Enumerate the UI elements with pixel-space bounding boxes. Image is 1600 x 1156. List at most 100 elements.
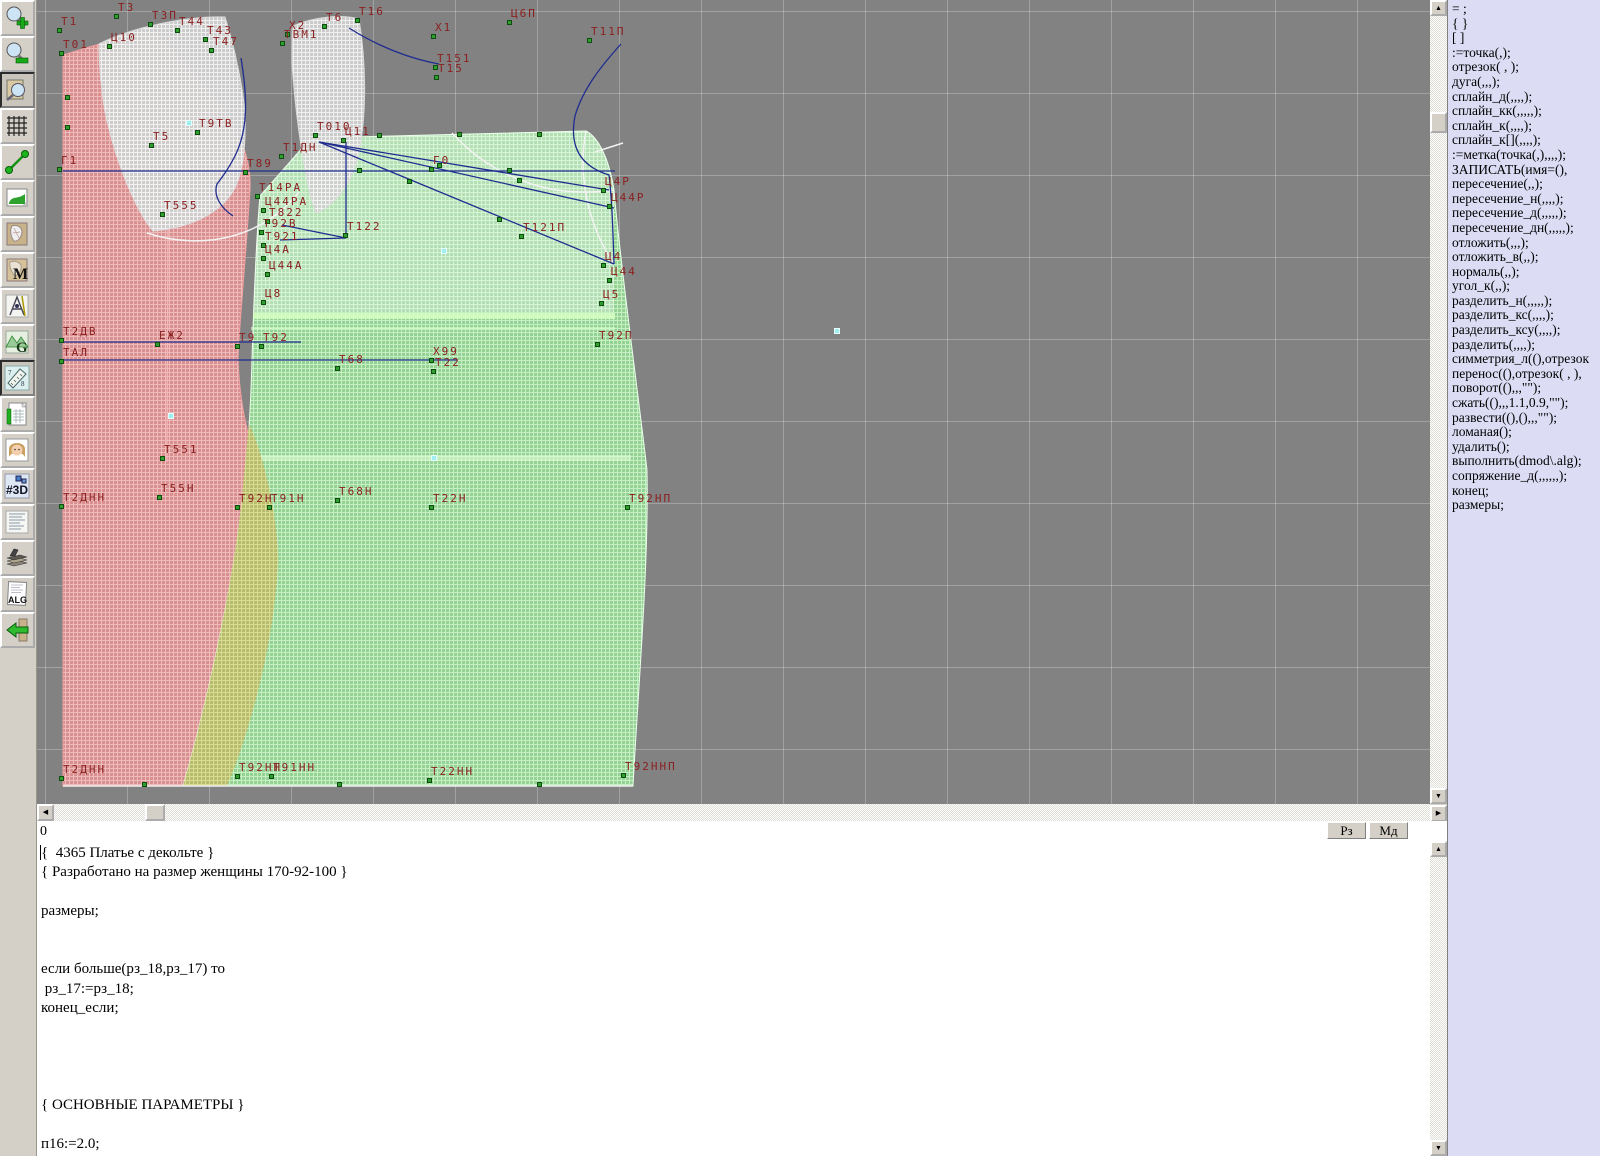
code-line[interactable]	[41, 1115, 1430, 1134]
point-marker[interactable]	[431, 34, 436, 39]
cyan-marker[interactable]	[834, 328, 840, 334]
function-item[interactable]: конец;	[1452, 484, 1600, 499]
point-marker[interactable]	[337, 782, 342, 787]
code-line[interactable]: конец_если;	[41, 999, 1430, 1018]
point-marker[interactable]	[57, 28, 62, 33]
point-marker[interactable]	[519, 234, 524, 239]
point-marker[interactable]	[507, 20, 512, 25]
point-marker[interactable]	[259, 344, 264, 349]
point-marker[interactable]	[595, 342, 600, 347]
point-marker[interactable]	[235, 505, 240, 510]
point-marker[interactable]	[429, 358, 434, 363]
alg-document-button[interactable]: ALG	[0, 576, 35, 612]
point-marker[interactable]	[607, 204, 612, 209]
scroll-right-button[interactable]: ▶	[1430, 805, 1447, 822]
code-line[interactable]: { Разработано на размер женщины 170-92-1…	[41, 863, 1430, 882]
point-marker[interactable]	[517, 178, 522, 183]
code-line[interactable]	[41, 941, 1430, 960]
measure-button[interactable]	[0, 144, 35, 180]
3d-button[interactable]: #3D	[0, 468, 35, 504]
point-marker[interactable]	[107, 44, 112, 49]
code-line[interactable]: рз_17:=рз_18;	[41, 980, 1430, 999]
point-marker[interactable]	[335, 366, 340, 371]
pattern-piece-button[interactable]	[0, 216, 35, 252]
point-marker[interactable]	[259, 230, 264, 235]
function-item[interactable]: разделить(,,,,);	[1452, 338, 1600, 353]
point-marker[interactable]	[507, 168, 512, 173]
code-line[interactable]: { 4365 Платье с декольте }	[41, 844, 1430, 863]
scroll-down-button[interactable]: ▼	[1430, 788, 1447, 804]
function-item[interactable]: сплайн_к[](,,,,);	[1452, 133, 1600, 148]
point-marker[interactable]	[279, 154, 284, 159]
books-button[interactable]	[0, 540, 35, 576]
point-marker[interactable]	[160, 212, 165, 217]
hscroll-thumb[interactable]	[145, 804, 165, 821]
point-marker[interactable]	[431, 369, 436, 374]
function-item[interactable]: отложить(,,,);	[1452, 236, 1600, 251]
point-marker[interactable]	[59, 338, 64, 343]
photo-model-button[interactable]	[0, 432, 35, 468]
function-item[interactable]: { }	[1452, 17, 1600, 32]
point-marker[interactable]	[195, 130, 200, 135]
algorithm-editor[interactable]: { 4365 Платье с декольте }{ Разработано …	[37, 841, 1430, 1156]
point-marker[interactable]	[427, 778, 432, 783]
point-marker[interactable]	[599, 301, 604, 306]
code-line[interactable]	[41, 1019, 1430, 1038]
function-item[interactable]: [ ]	[1452, 31, 1600, 46]
point-marker[interactable]	[587, 38, 592, 43]
canvas[interactable]: Т1Т01Т3Т3ПТ44Т43Т47Ц10Х2Т6ТВМ1Т16Х1Ц6ПТ1…	[37, 0, 1430, 804]
grid-button[interactable]	[0, 108, 35, 144]
md-button[interactable]: Мд	[1369, 822, 1408, 839]
function-item[interactable]: размеры;	[1452, 498, 1600, 513]
function-item[interactable]: развести((),(),,,"");	[1452, 411, 1600, 426]
picture-button[interactable]	[0, 180, 35, 216]
cyan-marker[interactable]	[186, 120, 192, 126]
function-item[interactable]: ЗАПИСАТЬ(имя=(),	[1452, 163, 1600, 178]
point-marker[interactable]	[601, 263, 606, 268]
function-item[interactable]: сжать((),,,1.1,0.9,"");	[1452, 396, 1600, 411]
point-marker[interactable]	[335, 498, 340, 503]
point-marker[interactable]	[537, 132, 542, 137]
rz-button[interactable]: Рз	[1327, 822, 1366, 839]
ruler-button[interactable]: 78	[0, 360, 35, 396]
point-marker[interactable]	[261, 208, 266, 213]
point-marker[interactable]	[235, 344, 240, 349]
point-marker[interactable]	[160, 456, 165, 461]
function-item[interactable]: :=точка(,);	[1452, 46, 1600, 61]
point-marker[interactable]	[437, 163, 442, 168]
editor-vscrollbar[interactable]: ▲ ▼	[1430, 841, 1447, 1156]
function-item[interactable]: разделить_кс(,,,,);	[1452, 308, 1600, 323]
point-marker[interactable]	[601, 188, 606, 193]
function-item[interactable]: пересечение(,,);	[1452, 177, 1600, 192]
text-list-button[interactable]	[0, 504, 35, 540]
function-item[interactable]: сплайн_кк(,,,,,);	[1452, 104, 1600, 119]
point-marker[interactable]	[114, 14, 119, 19]
zoom-window-button[interactable]	[0, 72, 35, 108]
point-marker[interactable]	[148, 22, 153, 27]
point-marker[interactable]	[203, 37, 208, 42]
point-marker[interactable]	[65, 125, 70, 130]
point-marker[interactable]	[322, 24, 327, 29]
code-line[interactable]: размеры;	[41, 902, 1430, 921]
function-item[interactable]: выполнить(dmod\.alg);	[1452, 454, 1600, 469]
function-item[interactable]: сплайн_д(,,,,);	[1452, 90, 1600, 105]
point-marker[interactable]	[267, 505, 272, 510]
point-marker[interactable]	[243, 170, 248, 175]
point-marker[interactable]	[355, 18, 360, 23]
point-marker[interactable]	[261, 256, 266, 261]
function-item[interactable]: пересечение_н(,,,,);	[1452, 192, 1600, 207]
point-marker[interactable]	[57, 167, 62, 172]
exit-button[interactable]	[0, 612, 35, 648]
canvas-vscrollbar[interactable]: ▲ ▼	[1430, 0, 1447, 804]
scroll-up-button[interactable]: ▲	[1430, 0, 1447, 16]
function-item[interactable]: перенос((),отрезок( , ),	[1452, 367, 1600, 382]
point-marker[interactable]	[269, 774, 274, 779]
function-item[interactable]: дуга(,,,);	[1452, 75, 1600, 90]
point-marker[interactable]	[357, 168, 362, 173]
zoom-in-button[interactable]	[0, 0, 35, 36]
model-m-button[interactable]: M	[0, 252, 35, 288]
function-item[interactable]: разделить_ксу(,,,,);	[1452, 323, 1600, 338]
cyan-marker[interactable]	[168, 413, 174, 419]
function-item[interactable]: симметрия_л((),отрезок	[1452, 352, 1600, 367]
point-marker[interactable]	[157, 495, 162, 500]
